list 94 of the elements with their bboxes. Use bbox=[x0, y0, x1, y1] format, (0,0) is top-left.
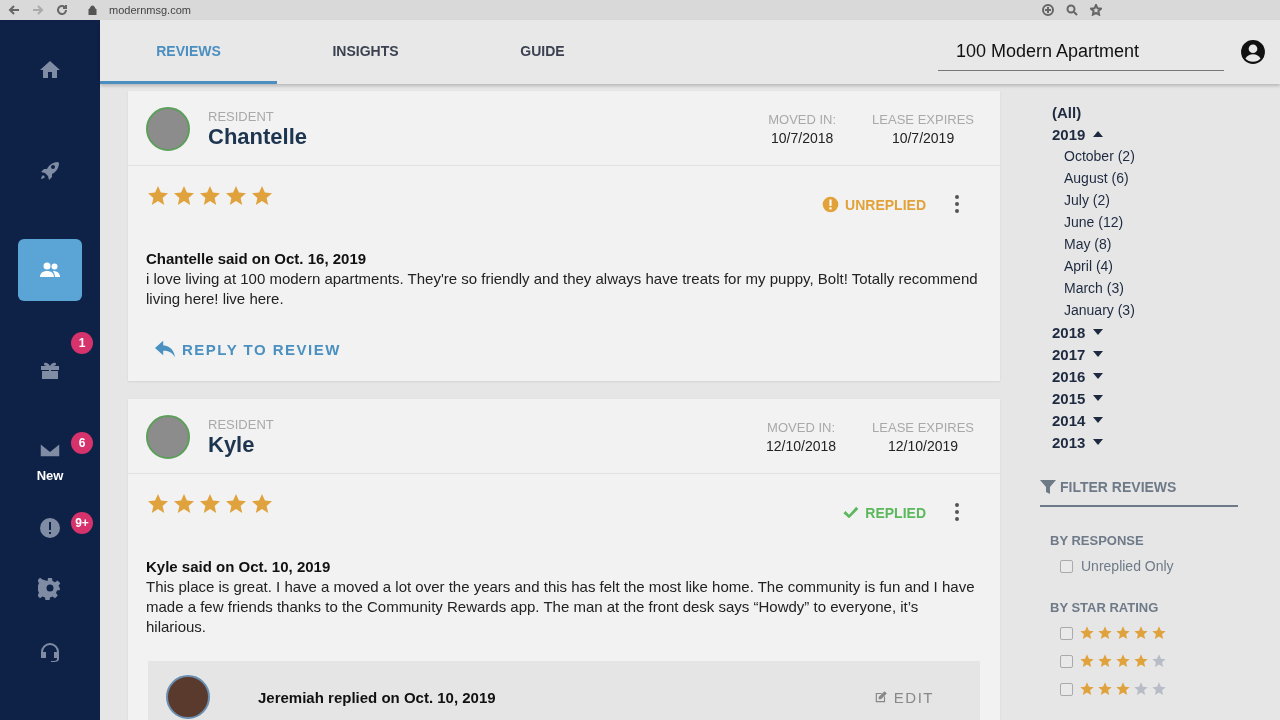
review-text: This place is great. I have a moved a lot over the years and this has felt the most like home. The community is fun and I have made a few friends thanks to the Community Rewards app. The man at the front desk says “Howdy” to everyone, it’s hilarious. bbox=[146, 577, 976, 637]
review-text: i love living at 100 modern apartments. They're so friendly and they always have treats for my puppy, Bolt! Totally recommend living here! live here. bbox=[146, 269, 979, 309]
settings-icon bbox=[38, 576, 62, 600]
count-badge: 1 bbox=[71, 332, 93, 354]
year-filter-item[interactable]: 2013 bbox=[1052, 433, 1086, 451]
headset-icon bbox=[38, 640, 62, 664]
star-icon bbox=[1079, 625, 1095, 641]
lease-expires-label: LEASE EXPIRES bbox=[872, 112, 974, 127]
status-label: REPLIED bbox=[865, 504, 926, 521]
reload-icon[interactable] bbox=[56, 4, 68, 16]
edit-icon bbox=[873, 690, 888, 704]
checkbox-label: Unreplied Only bbox=[1081, 558, 1174, 574]
review-author: Chantelle said on Oct. 16, 2019 bbox=[146, 250, 368, 267]
zoom-icon[interactable] bbox=[1066, 4, 1078, 16]
reply-author: Jeremiah replied on Oct. 10, 2019 bbox=[258, 688, 496, 706]
year-filter-item[interactable]: 2014 bbox=[1052, 411, 1086, 429]
lease-expires-label: LEASE EXPIRES bbox=[872, 420, 974, 435]
tab[interactable]: INSIGHTS bbox=[277, 20, 454, 84]
resident-name: Kyle bbox=[208, 431, 256, 458]
resident-name: Chantelle bbox=[208, 123, 308, 150]
count-badge: 9+ bbox=[71, 512, 93, 534]
checkbox[interactable] bbox=[1060, 559, 1073, 573]
status-label: UNREPLIED bbox=[845, 196, 926, 213]
month-filter-item[interactable]: January (3) bbox=[1064, 302, 1135, 318]
star-icon bbox=[1151, 653, 1167, 669]
back-icon[interactable] bbox=[8, 4, 20, 16]
sidebar-item[interactable]: New bbox=[30, 429, 70, 491]
filter-icon bbox=[1040, 479, 1056, 495]
filter-title: FILTER REVIEWS bbox=[1060, 479, 1177, 495]
caret-down-icon[interactable] bbox=[1093, 417, 1104, 423]
star-icon bbox=[1097, 653, 1113, 669]
caret-down-icon[interactable] bbox=[1093, 395, 1104, 401]
photo-placeholder bbox=[166, 675, 210, 719]
year-filter-item[interactable]: 2015 bbox=[1052, 389, 1086, 407]
section-heading: BY RESPONSE bbox=[1050, 533, 1145, 548]
star-icon bbox=[1097, 625, 1113, 641]
checkbox[interactable] bbox=[1060, 654, 1073, 668]
star-icon bbox=[1133, 625, 1149, 641]
year-filter-item[interactable]: 2019 bbox=[1052, 125, 1086, 143]
moved-in-label: MOVED IN: bbox=[768, 112, 837, 127]
star-icon bbox=[1079, 681, 1095, 697]
alert-icon bbox=[822, 196, 840, 213]
url-text[interactable]: modernmsg.com bbox=[109, 4, 191, 16]
star-icon bbox=[1151, 681, 1167, 697]
check-icon bbox=[842, 504, 860, 521]
month-filter-item[interactable]: April (4) bbox=[1064, 258, 1113, 274]
photo-placeholder bbox=[146, 107, 190, 151]
more-icon[interactable] bbox=[954, 194, 960, 214]
caret-down-icon[interactable] bbox=[1093, 329, 1104, 335]
month-filter-item[interactable]: August (6) bbox=[1064, 170, 1129, 186]
month-filter-item[interactable]: March (3) bbox=[1064, 280, 1124, 296]
month-filter-item[interactable]: July (2) bbox=[1064, 192, 1110, 208]
caret-down-icon[interactable] bbox=[1093, 373, 1104, 379]
alert-icon bbox=[38, 516, 62, 540]
moved-in-label: MOVED IN: bbox=[766, 420, 836, 435]
section-heading: BY STAR RATING bbox=[1050, 600, 1160, 615]
moved-in-date: 12/10/2018 bbox=[766, 438, 837, 454]
caret-up-icon[interactable] bbox=[1093, 131, 1104, 137]
star-icon bbox=[1151, 625, 1167, 641]
reply-icon bbox=[154, 339, 176, 359]
star-icon bbox=[1115, 625, 1131, 641]
star-icon bbox=[1079, 653, 1095, 669]
star-icon bbox=[1097, 681, 1113, 697]
tab[interactable]: GUIDE bbox=[454, 20, 631, 84]
star-icon bbox=[1133, 653, 1149, 669]
more-icon[interactable] bbox=[954, 502, 960, 522]
caret-down-icon[interactable] bbox=[1093, 351, 1104, 357]
month-filter-item[interactable]: June (12) bbox=[1064, 214, 1124, 230]
year-filter-item[interactable]: (All) bbox=[1052, 103, 1082, 121]
sidebar-item[interactable] bbox=[18, 239, 82, 301]
account-icon[interactable] bbox=[1240, 39, 1266, 65]
year-filter-item[interactable]: 2016 bbox=[1052, 367, 1086, 385]
role-label: RESIDENT bbox=[208, 416, 274, 432]
checkbox[interactable] bbox=[1060, 626, 1073, 640]
star-icon bbox=[1115, 681, 1131, 697]
star-outline-icon[interactable] bbox=[1090, 4, 1102, 16]
checkbox[interactable] bbox=[1060, 682, 1073, 696]
lease-expires-date: 10/7/2019 bbox=[890, 130, 956, 146]
month-filter-item[interactable]: October (2) bbox=[1064, 148, 1135, 164]
year-filter-item[interactable]: 2017 bbox=[1052, 345, 1086, 363]
review-author: Kyle said on Oct. 10, 2019 bbox=[146, 558, 332, 575]
property-select[interactable]: 100 Modern Apartment bbox=[938, 41, 1224, 71]
moved-in-date: 10/7/2018 bbox=[770, 130, 835, 146]
photo-placeholder bbox=[146, 415, 190, 459]
year-filter-item[interactable]: 2018 bbox=[1052, 323, 1086, 341]
count-badge: 6 bbox=[71, 432, 93, 454]
sidebar-label: New bbox=[36, 467, 64, 483]
star-icon bbox=[1115, 653, 1131, 669]
add-icon[interactable] bbox=[1042, 4, 1054, 16]
caret-down-icon[interactable] bbox=[1093, 439, 1104, 445]
month-filter-item[interactable]: May (8) bbox=[1064, 236, 1112, 252]
star-icon bbox=[1133, 681, 1149, 697]
role-label: RESIDENT bbox=[208, 108, 275, 124]
lease-expires-date: 12/10/2019 bbox=[887, 438, 960, 454]
